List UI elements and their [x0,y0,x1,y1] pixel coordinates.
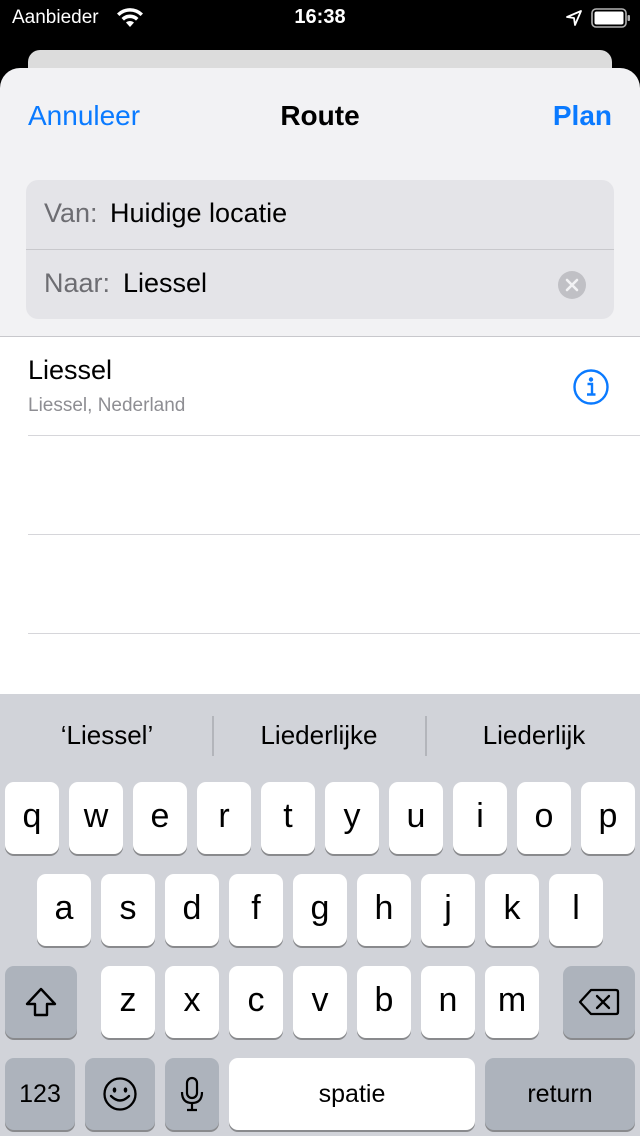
list-item[interactable]: Liessel Liessel, Nederland [0,337,640,435]
from-label: Van: [44,198,98,228]
suggestion-3[interactable]: Liederlijk [429,720,639,751]
key-a[interactable]: a [37,874,91,946]
space-key[interactable]: spatie [229,1058,475,1130]
key-f[interactable]: f [229,874,283,946]
key-k[interactable]: k [485,874,539,946]
from-value: Huidige locatie [110,198,288,228]
location-arrow-icon [566,10,582,26]
backspace-key[interactable] [563,966,635,1038]
shift-key[interactable] [5,966,77,1038]
key-h[interactable]: h [357,874,411,946]
return-key[interactable]: return [485,1058,635,1130]
key-z[interactable]: z [101,966,155,1038]
cancel-button[interactable]: Annuleer [28,100,140,132]
key-e[interactable]: e [133,782,187,854]
plan-button[interactable]: Plan [553,100,612,132]
key-d[interactable]: d [165,874,219,946]
key-s[interactable]: s [101,874,155,946]
key-l[interactable]: l [549,874,603,946]
route-fields: Van: Huidige locatie Naar: Liessel [26,180,614,319]
key-q[interactable]: q [5,782,59,854]
key-w[interactable]: w [69,782,123,854]
row-divider [28,633,640,634]
info-icon[interactable] [573,369,609,405]
clear-icon[interactable] [558,271,586,299]
to-field[interactable]: Naar: Liessel [26,250,614,319]
result-subtitle: Liessel, Nederland [28,395,186,416]
numbers-key[interactable]: 123 [5,1058,75,1130]
backspace-icon [578,988,620,1016]
suggestion-2[interactable]: Liederlijke [214,720,424,751]
result-title: Liessel [28,355,113,385]
key-y[interactable]: y [325,782,379,854]
key-i[interactable]: i [453,782,507,854]
key-o[interactable]: o [517,782,571,854]
battery-icon [591,8,630,28]
emoji-key[interactable] [85,1058,155,1130]
key-v[interactable]: v [293,966,347,1038]
key-n[interactable]: n [421,966,475,1038]
key-t[interactable]: t [261,782,315,854]
route-sheet: Annuleer Route Plan Van: Huidige locatie… [0,68,640,708]
empty-row [0,535,640,633]
key-p[interactable]: p [581,782,635,854]
suggestion-bar: ‘Liessel’ Liederlijke Liederlijk [0,694,640,778]
results-list: Liessel Liessel, Nederland [0,336,640,708]
to-value: Liessel [123,268,208,298]
key-r[interactable]: r [197,782,251,854]
suggestion-divider [425,716,427,756]
shift-icon [25,987,57,1017]
microphone-icon [180,1076,204,1112]
key-j[interactable]: j [421,874,475,946]
suggestion-1[interactable]: ‘Liessel’ [2,720,212,751]
key-b[interactable]: b [357,966,411,1038]
key-u[interactable]: u [389,782,443,854]
key-m[interactable]: m [485,966,539,1038]
key-c[interactable]: c [229,966,283,1038]
empty-row [0,436,640,534]
to-label: Naar: [44,268,111,298]
keyboard: ‘Liessel’ Liederlijke Liederlijk q w e r… [0,694,640,1136]
microphone-key[interactable] [165,1058,219,1130]
status-bar: Aanbieder 16:38 [0,0,640,40]
status-time: 16:38 [294,6,346,28]
from-field[interactable]: Van: Huidige locatie [26,180,614,249]
key-g[interactable]: g [293,874,347,946]
key-x[interactable]: x [165,966,219,1038]
emoji-icon [103,1077,137,1111]
